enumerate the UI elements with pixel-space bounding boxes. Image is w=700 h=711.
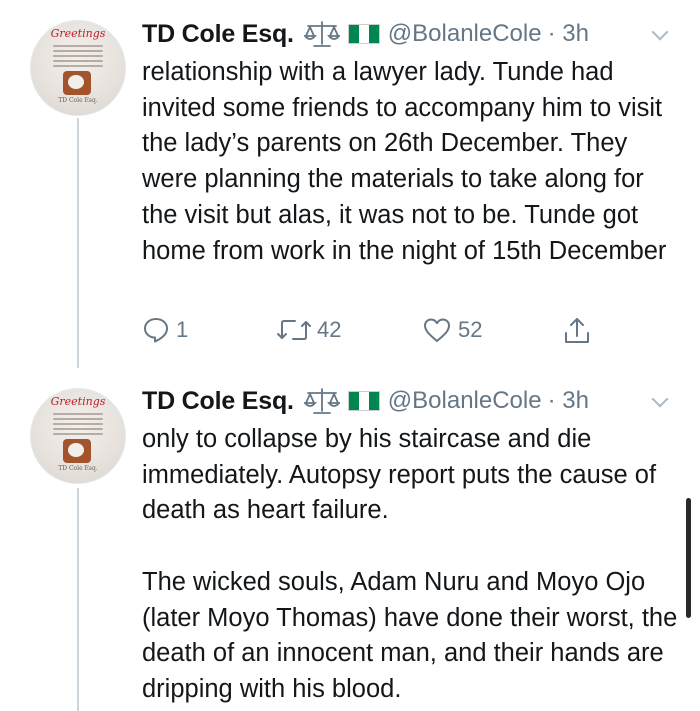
avatar-photo [63,71,91,95]
tweet[interactable]: Greetings TD Cole Esq. TD Cole Esq. @Bol… [0,370,700,711]
nigeria-flag-icon [347,391,380,411]
share-icon [565,318,589,343]
avatar[interactable]: Greetings TD Cole Esq. [30,20,126,116]
reply-button[interactable]: 1 [142,316,188,344]
tweet-header: TD Cole Esq. @BolanleCole · 3h [142,16,589,52]
avatar-photo [63,439,91,463]
avatar-text-lines [53,413,103,438]
retweet-count: 42 [317,317,342,342]
tweet[interactable]: Greetings TD Cole Esq. TD Cole Esq. @Bol… [0,0,700,370]
tweet-actions: 1 42 52 [142,316,602,352]
author-handle[interactable]: @BolanleCole [388,387,542,415]
tweet-time[interactable]: · 3h [548,20,589,48]
scales-icon [303,388,340,414]
reply-icon [144,318,168,343]
nigeria-flag-icon [347,24,380,44]
reply-count: 1 [176,317,189,342]
like-icon [424,318,450,342]
avatar-signature: TD Cole Esq. [58,465,98,472]
avatar-greeting: Greetings [50,27,106,40]
avatar-greeting: Greetings [50,395,106,408]
chevron-down-icon[interactable] [651,23,669,41]
author-handle[interactable]: @BolanleCole [388,20,542,48]
retweet-button[interactable]: 42 [275,316,341,344]
scrollbar[interactable] [686,498,691,618]
tweet-text: only to collapse by his staircase and di… [142,425,678,703]
avatar[interactable]: Greetings TD Cole Esq. [30,388,126,484]
tweet-time[interactable]: · 3h [548,387,589,415]
retweet-icon [277,320,311,340]
author-name[interactable]: TD Cole Esq. [142,387,294,416]
tweet-text: relationship with a lawyer lady. Tunde h… [142,58,667,265]
like-count: 52 [458,317,483,342]
chevron-down-icon[interactable] [651,390,669,408]
like-button[interactable]: 52 [422,316,482,344]
avatar-text-lines [53,45,103,70]
author-name[interactable]: TD Cole Esq. [142,20,294,49]
tweet-header: TD Cole Esq. @BolanleCole · 3h [142,383,589,419]
share-button[interactable] [562,316,592,346]
avatar-signature: TD Cole Esq. [58,97,98,104]
scales-icon [303,21,340,47]
